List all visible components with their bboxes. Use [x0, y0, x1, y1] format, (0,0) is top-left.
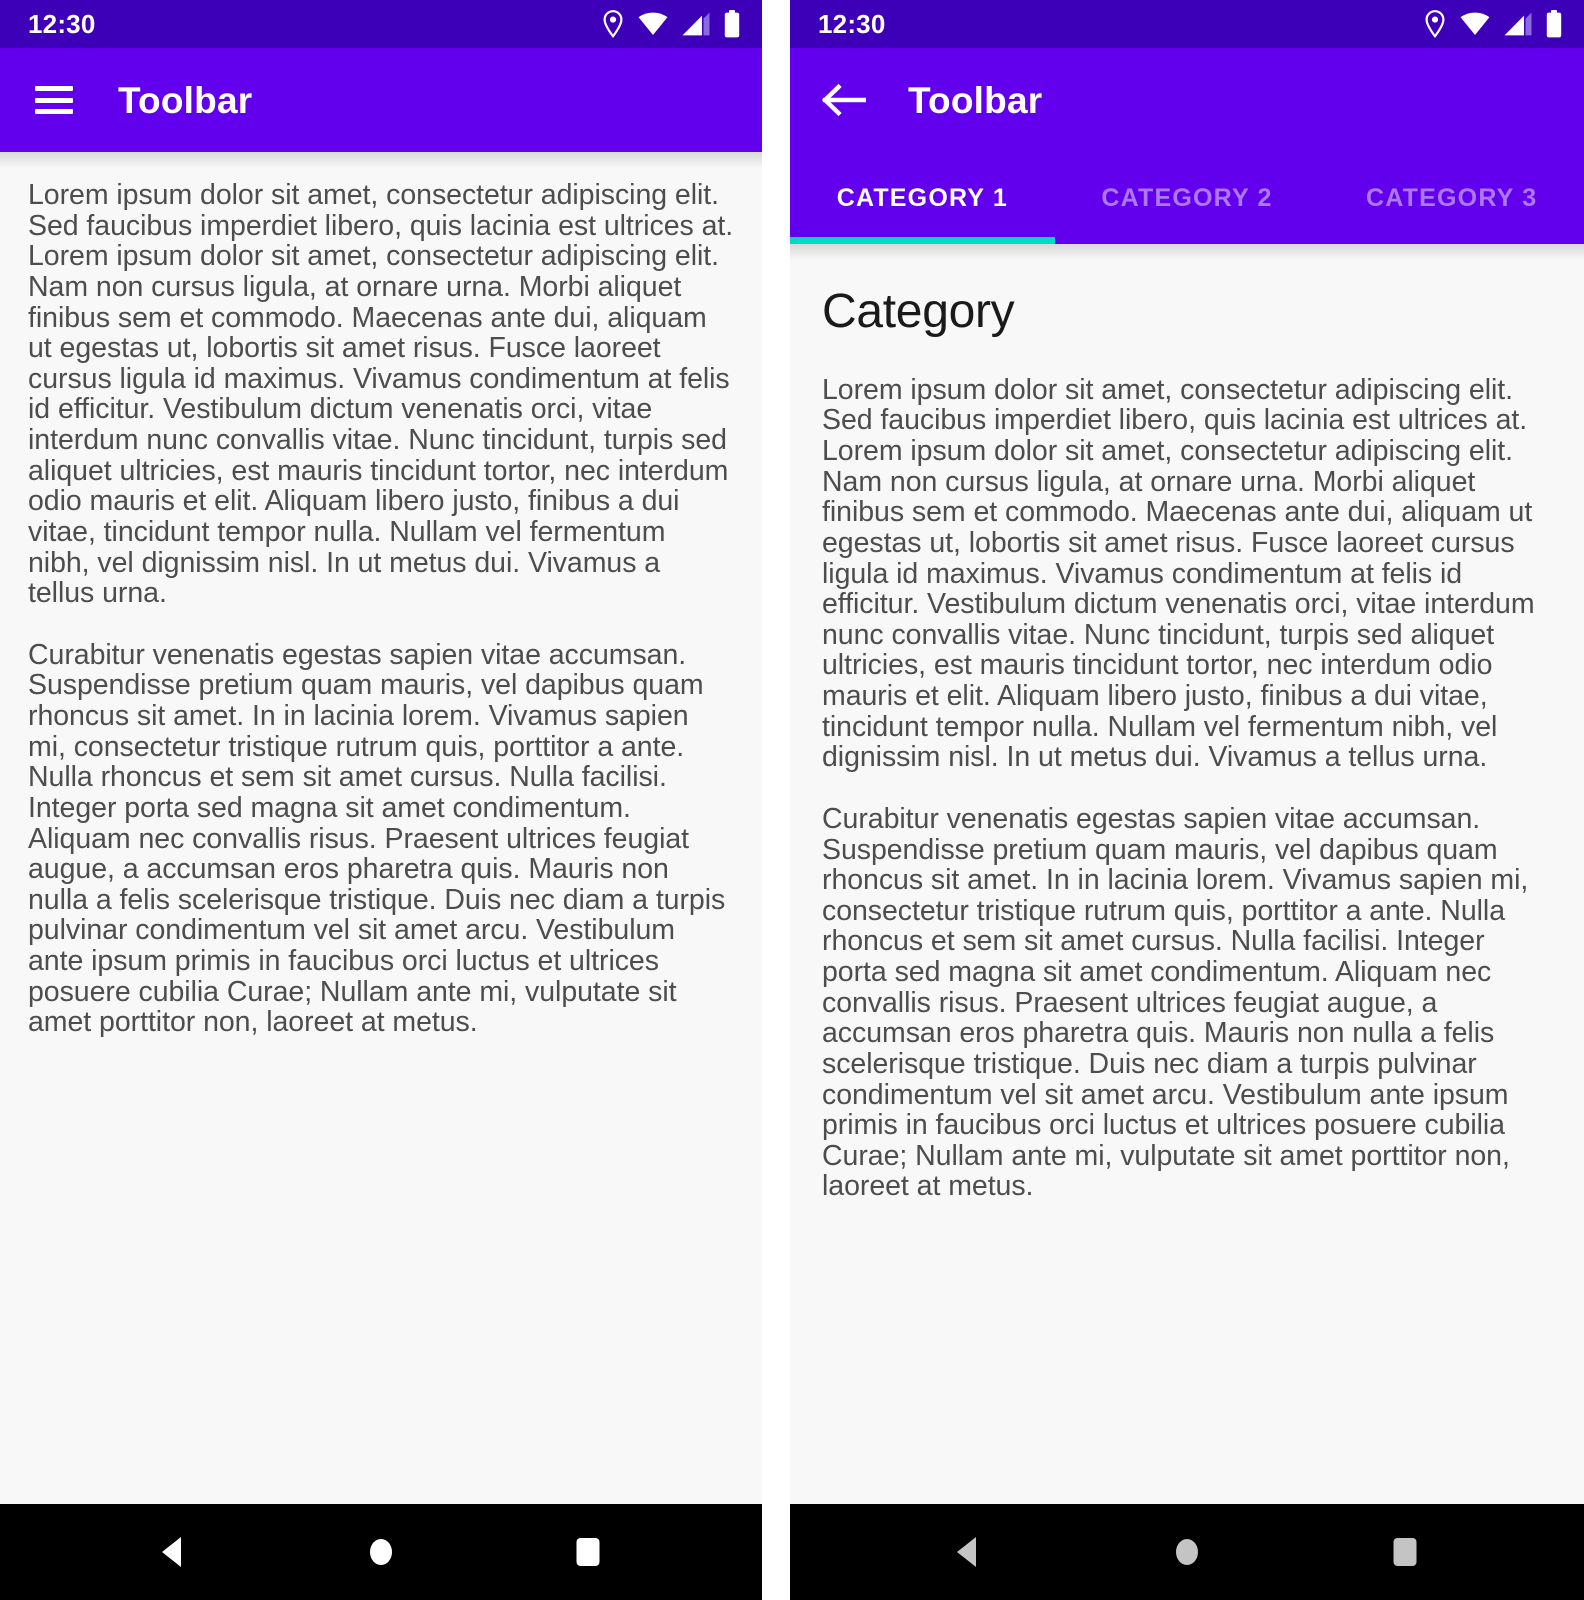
cellular-signal-icon — [1504, 12, 1532, 36]
left-content-area: Lorem ipsum dolor sit amet, consectetur … — [0, 152, 762, 1504]
status-bar-time: 12:30 — [818, 9, 886, 39]
nav-recents-icon[interactable] — [569, 1533, 607, 1571]
location-icon — [602, 10, 624, 38]
nav-home-icon[interactable] — [1168, 1533, 1206, 1571]
hamburger-bars — [35, 86, 73, 114]
status-bar-icons — [602, 10, 740, 38]
left-toolbar-title: Toolbar — [118, 79, 253, 121]
wifi-icon — [1460, 12, 1490, 36]
right-phone-screen: 12:30 Toolbar CATEGORY 1 CATEGORY 2 CATE… — [790, 0, 1584, 1600]
left-paragraph-1: Lorem ipsum dolor sit amet, consectetur … — [28, 179, 734, 610]
left-toolbar: Toolbar — [0, 48, 762, 168]
tab-category-3[interactable]: CATEGORY 3 — [1319, 152, 1584, 244]
nav-back-icon[interactable] — [950, 1533, 988, 1571]
hamburger-bar-2 — [35, 97, 73, 103]
status-bar-icons — [1424, 10, 1562, 38]
tab-category-2[interactable]: CATEGORY 2 — [1055, 152, 1320, 244]
right-toolbar: Toolbar CATEGORY 1 CATEGORY 2 CATEGORY 3 — [790, 48, 1584, 260]
screen-divider — [762, 0, 790, 1600]
right-toolbar-title: Toolbar — [908, 79, 1043, 121]
right-navigation-bar — [790, 1504, 1584, 1600]
location-icon — [1424, 10, 1446, 38]
right-paragraph-1: Lorem ipsum dolor sit amet, consectetur … — [822, 373, 1535, 774]
category-tab-bar: CATEGORY 1 CATEGORY 2 CATEGORY 3 — [790, 152, 1584, 244]
right-toolbar-row: Toolbar — [790, 48, 1584, 152]
dual-screenshot-container: 12:30 Toolbar Lorem ipsum dolor sit amet… — [0, 0, 1584, 1600]
wifi-icon — [638, 12, 668, 36]
hamburger-menu-icon[interactable] — [28, 74, 80, 126]
right-content-area: Category Lorem ipsum dolor sit amet, con… — [790, 244, 1584, 1504]
page-title: Category — [822, 285, 1015, 338]
left-phone-screen: 12:30 Toolbar Lorem ipsum dolor sit amet… — [0, 0, 762, 1600]
back-arrow-icon[interactable] — [818, 74, 870, 126]
status-bar-time: 12:30 — [28, 9, 96, 39]
hamburger-bar-1 — [35, 86, 73, 91]
left-toolbar-row: Toolbar — [0, 48, 762, 152]
battery-icon — [724, 10, 740, 38]
left-navigation-bar — [0, 1504, 762, 1600]
battery-icon — [1546, 10, 1562, 38]
tab-active-indicator — [790, 237, 1055, 244]
nav-back-icon[interactable] — [155, 1533, 193, 1571]
left-status-bar: 12:30 — [0, 0, 762, 48]
cellular-signal-icon — [682, 12, 710, 36]
nav-home-icon[interactable] — [362, 1533, 400, 1571]
tab-category-1[interactable]: CATEGORY 1 — [790, 152, 1055, 244]
nav-recents-icon[interactable] — [1386, 1533, 1424, 1571]
hamburger-bar-3 — [35, 109, 73, 114]
right-paragraph-2: Curabitur venenatis egestas sapien vitae… — [822, 802, 1529, 1203]
left-paragraph-2: Curabitur venenatis egestas sapien vitae… — [28, 638, 726, 1039]
right-status-bar: 12:30 — [790, 0, 1584, 48]
